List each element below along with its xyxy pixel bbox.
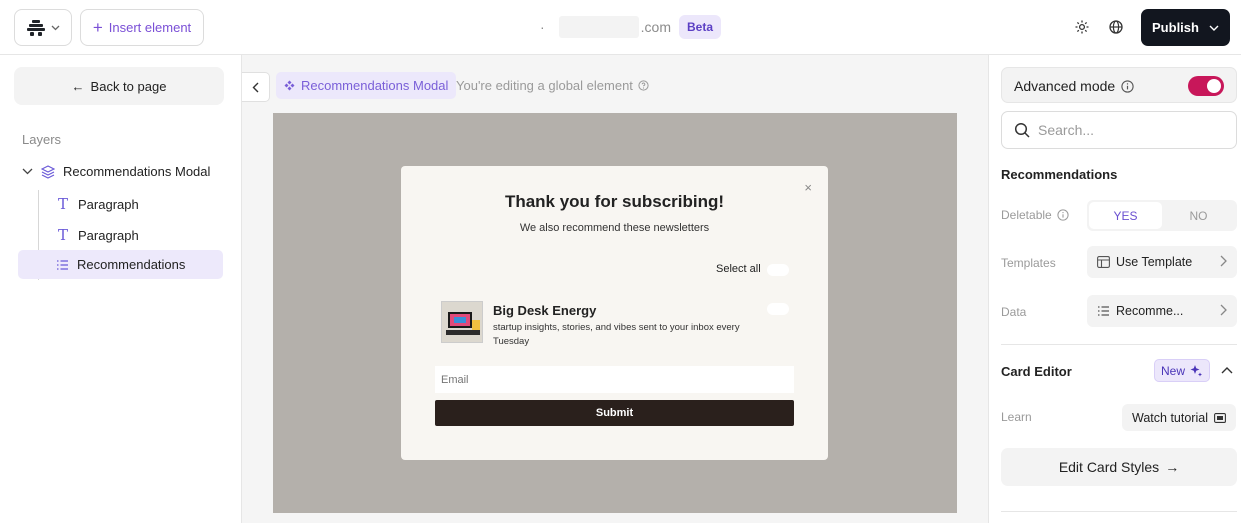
- layer-label: Paragraph: [78, 227, 139, 243]
- layer-recommendations-modal[interactable]: Recommendations Modal: [22, 164, 210, 179]
- search-field[interactable]: [1001, 111, 1237, 149]
- data-source-button[interactable]: Recomme...: [1087, 295, 1237, 327]
- deletable-label: Deletable: [1001, 208, 1052, 222]
- layer-recommendations[interactable]: Recommendations: [56, 257, 185, 272]
- beehiiv-logo-icon: [26, 19, 45, 36]
- deletable-no-option[interactable]: NO: [1162, 202, 1235, 229]
- modal-subtitle[interactable]: We also recommend these newsletters: [401, 222, 828, 234]
- watch-tutorial-button[interactable]: Watch tutorial: [1122, 404, 1236, 431]
- advanced-mode-row: Advanced mode: [1001, 67, 1237, 103]
- recommendations-modal[interactable]: × Thank you for subscribing! We also rec…: [401, 166, 828, 460]
- edit-card-styles-label: Edit Card Styles: [1058, 459, 1160, 475]
- video-icon: [1214, 412, 1226, 423]
- section-divider: [1001, 344, 1237, 345]
- settings-button[interactable]: [1072, 17, 1092, 37]
- learn-label: Learn: [1001, 410, 1032, 424]
- globe-icon: [1109, 20, 1123, 34]
- publish-label: Publish: [1152, 20, 1199, 35]
- modal-title[interactable]: Thank you for subscribing!: [401, 192, 828, 212]
- component-icon: [284, 80, 295, 91]
- back-to-page-button[interactable]: ← Back to page: [14, 67, 224, 105]
- properties-panel: Advanced mode Recommendations Deletable …: [988, 55, 1241, 523]
- publish-button[interactable]: Publish: [1141, 9, 1230, 46]
- deletable-segmented-control: YES NO: [1087, 200, 1237, 231]
- list-icon: [57, 259, 68, 270]
- collapse-sidebar-button[interactable]: [242, 72, 270, 102]
- chevron-down-icon[interactable]: [22, 168, 33, 175]
- section-divider: [1001, 511, 1237, 512]
- advanced-mode-toggle[interactable]: [1188, 76, 1224, 96]
- domain-prefix: ·: [540, 19, 545, 35]
- layer-paragraph-2[interactable]: T Paragraph: [56, 226, 139, 244]
- layer-paragraph-1[interactable]: T Paragraph: [56, 195, 139, 213]
- global-element-note: You're editing a global element: [456, 78, 649, 93]
- arrow-left-icon: ←: [71, 78, 85, 94]
- deletable-yes-option[interactable]: YES: [1089, 202, 1162, 229]
- global-element-note-text: You're editing a global element: [456, 78, 633, 93]
- app-menu-button[interactable]: [14, 9, 72, 46]
- templates-label: Templates: [1001, 256, 1056, 270]
- chevron-down-icon: [51, 25, 59, 30]
- select-all-label: Select all: [716, 263, 761, 275]
- text-type-icon: T: [57, 226, 68, 244]
- newsletter-description: startup insights, stories, and vibes sen…: [493, 322, 740, 347]
- insert-element-label: Insert element: [108, 20, 192, 35]
- sparkles-icon: [1190, 364, 1203, 376]
- select-all-toggle[interactable]: [767, 264, 789, 276]
- info-icon[interactable]: [1121, 79, 1134, 93]
- help-circle-icon[interactable]: [638, 80, 649, 91]
- chevron-left-icon: [252, 82, 259, 92]
- layer-label: Recommendations: [77, 257, 186, 272]
- use-template-label: Use Template: [1116, 255, 1193, 269]
- newsletter-logo-image: [442, 302, 482, 342]
- newsletter-thumbnail: [441, 301, 483, 343]
- layer-label: Paragraph: [78, 196, 139, 212]
- layers-icon: [41, 164, 55, 179]
- chevron-right-icon: [1220, 255, 1227, 267]
- chevron-up-icon[interactable]: [1221, 366, 1233, 374]
- modal-preview-stage: × Thank you for subscribing! We also rec…: [273, 113, 957, 513]
- edit-card-styles-button[interactable]: Edit Card Styles →: [1001, 448, 1237, 486]
- globe-button[interactable]: [1106, 17, 1126, 37]
- data-label: Data: [1001, 305, 1027, 319]
- newsletter-name: Big Desk Energy: [493, 303, 597, 318]
- domain-suffix: .com: [640, 19, 672, 35]
- search-input[interactable]: [1038, 122, 1218, 138]
- new-badge-label: New: [1161, 363, 1186, 378]
- watch-tutorial-label: Watch tutorial: [1132, 410, 1208, 425]
- redacted-domain-name: [558, 16, 639, 38]
- info-icon[interactable]: [1057, 209, 1069, 221]
- arrow-right-icon: →: [1165, 459, 1180, 475]
- list-icon: [1098, 306, 1109, 316]
- advanced-mode-label-group: Advanced mode: [1014, 78, 1134, 94]
- search-icon: [1014, 122, 1030, 138]
- insert-element-button[interactable]: + Insert element: [80, 9, 204, 46]
- use-template-button[interactable]: Use Template: [1087, 246, 1237, 278]
- email-input[interactable]: [435, 366, 794, 393]
- layer-label: Recommendations Modal: [63, 164, 211, 179]
- template-icon: [1097, 256, 1110, 268]
- chevron-right-icon: [1220, 304, 1227, 316]
- submit-button[interactable]: Submit: [435, 400, 794, 426]
- newsletter-toggle[interactable]: [767, 303, 789, 315]
- layers-heading: Layers: [22, 132, 62, 147]
- recommendations-section-title: Recommendations: [1001, 167, 1118, 182]
- chevron-down-icon: [1209, 25, 1219, 31]
- gear-icon: [1075, 20, 1089, 34]
- deletable-label-group: Deletable: [1001, 208, 1069, 222]
- layers-sidebar: ← Back to page Layers Recommendations Mo…: [0, 55, 242, 523]
- text-type-icon: T: [57, 195, 68, 213]
- editor-canvas: Recommendations Modal You're editing a g…: [242, 55, 988, 523]
- top-bar: + Insert element · .com Beta Publish: [0, 0, 1241, 55]
- data-source-label: Recomme...: [1116, 304, 1184, 318]
- beta-badge: Beta: [679, 15, 722, 39]
- element-breadcrumb[interactable]: Recommendations Modal: [276, 72, 457, 99]
- breadcrumb-label: Recommendations Modal: [301, 78, 449, 93]
- card-editor-title: Card Editor: [1001, 364, 1072, 379]
- plus-icon: +: [92, 18, 103, 37]
- back-to-page-label: Back to page: [90, 78, 167, 94]
- advanced-mode-label: Advanced mode: [1014, 78, 1116, 94]
- new-badge: New: [1154, 359, 1211, 382]
- site-domain: · .com Beta: [540, 14, 722, 40]
